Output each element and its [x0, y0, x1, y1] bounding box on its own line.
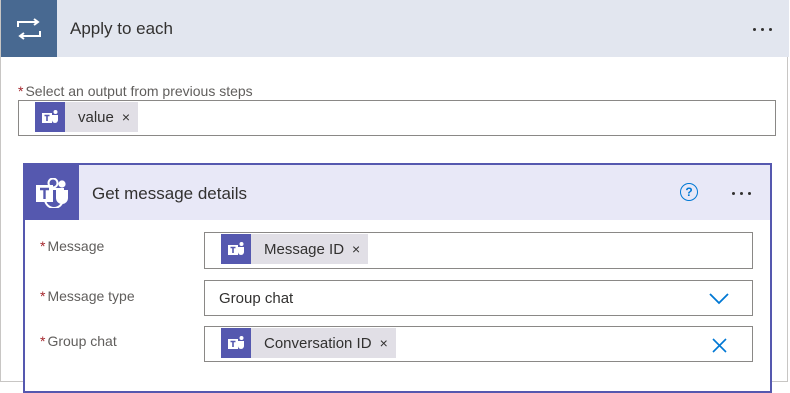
teams-icon [25, 165, 79, 220]
teams-icon [35, 102, 65, 132]
more-options-icon[interactable] [732, 192, 751, 195]
get-message-details-header[interactable]: Get message details ? [25, 165, 770, 220]
help-icon[interactable]: ? [680, 183, 698, 201]
token-label: Message ID [264, 240, 345, 258]
apply-to-each-card: Apply to each * Select an output from pre… [0, 0, 789, 393]
message-type-label: * Message type [40, 288, 135, 304]
message-label: * Message [40, 238, 105, 254]
message-input[interactable]: Message ID × [204, 232, 753, 269]
remove-token-icon[interactable]: × [352, 241, 360, 257]
card-title: Get message details [92, 184, 247, 203]
dynamic-token-message-id[interactable]: Message ID × [221, 234, 369, 264]
token-label: Conversation ID [264, 334, 372, 352]
get-message-details-card: Get message details ? * Message Message I… [23, 163, 772, 393]
group-chat-input[interactable]: Conversation ID × [204, 326, 753, 362]
apply-to-each-header[interactable]: Apply to each [1, 0, 789, 57]
more-options-icon[interactable] [753, 28, 772, 31]
teams-icon [221, 328, 251, 358]
token-label: value [78, 108, 114, 126]
select-output-label: * Select an output from previous steps [18, 83, 253, 99]
dynamic-token-conversation-id[interactable]: Conversation ID × [221, 328, 396, 358]
card-title: Apply to each [70, 19, 174, 38]
select-output-input[interactable]: value × [18, 100, 776, 136]
group-chat-label: * Group chat [40, 333, 117, 349]
clear-icon[interactable] [712, 338, 727, 353]
chevron-down-icon[interactable] [709, 293, 729, 305]
selected-value: Group chat [219, 290, 294, 307]
remove-token-icon[interactable]: × [122, 109, 130, 125]
dynamic-token-value[interactable]: value × [35, 102, 139, 132]
loop-icon [1, 0, 57, 57]
teams-icon [221, 234, 251, 264]
remove-token-icon[interactable]: × [380, 335, 388, 351]
message-type-dropdown[interactable]: Group chat [204, 280, 753, 316]
